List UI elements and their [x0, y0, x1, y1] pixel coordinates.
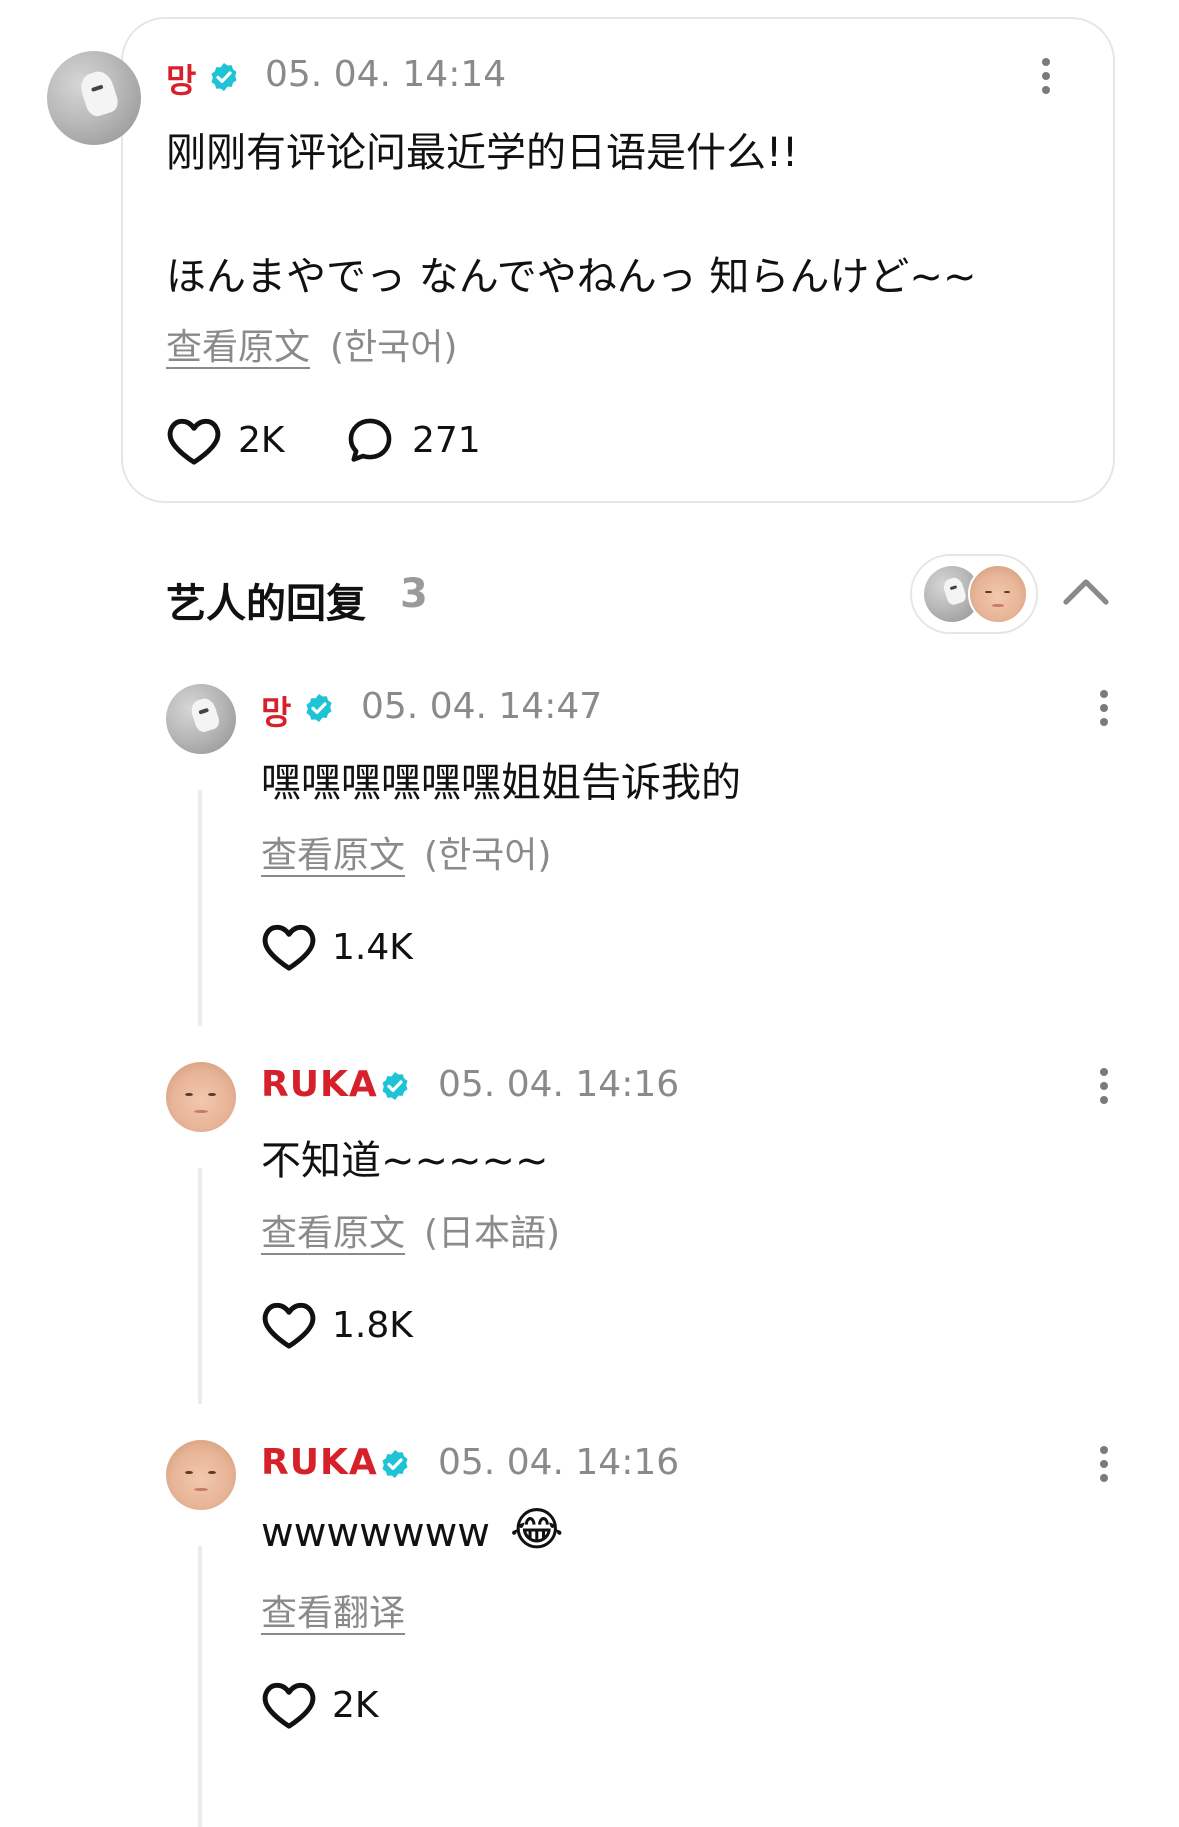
see-original-link[interactable]: 查看原文	[166, 318, 310, 370]
more-vertical-icon[interactable]	[1096, 1444, 1112, 1484]
thread-line	[198, 1168, 202, 1404]
reply-author-name[interactable]: RUKA	[261, 1064, 378, 1105]
like-count: 2K	[238, 420, 285, 461]
original-language: (日本語)	[424, 1213, 561, 1254]
author-avatar[interactable]	[47, 51, 141, 145]
see-original-link[interactable]: 查看原文	[261, 826, 405, 878]
verified-badge-icon	[382, 1450, 408, 1478]
original-language: (한국어)	[424, 835, 552, 876]
author-name[interactable]: 망	[166, 54, 196, 102]
reply-avatar[interactable]	[166, 1062, 236, 1132]
like-count: 2K	[332, 1685, 379, 1726]
reply-text: 不知道~~~~~	[261, 1138, 549, 1184]
original-language: (한국어)	[330, 327, 458, 368]
heart-icon[interactable]	[261, 920, 317, 972]
heart-icon[interactable]	[261, 1678, 317, 1730]
chevron-up-icon[interactable]	[1062, 576, 1110, 608]
post-text-line-1: 刚刚有评论问最近学的日语是什么!!	[166, 130, 799, 176]
comment-bubble-icon[interactable]	[344, 414, 396, 466]
artist-replies-title: 艺人的回复	[166, 581, 366, 627]
heart-icon[interactable]	[261, 1298, 317, 1350]
reply-timestamp: 05. 04. 14:16	[438, 1442, 680, 1483]
more-vertical-icon[interactable]	[1096, 1066, 1112, 1106]
reply-author-name[interactable]: 망	[261, 686, 291, 734]
more-vertical-icon[interactable]	[1096, 688, 1112, 728]
reply-text: 嘿嘿嘿嘿嘿嘿姐姐告诉我的	[261, 760, 741, 806]
post-text-line-2: ほんまやでっ なんでやねんっ 知らんけど~~	[166, 254, 977, 300]
post-timestamp: 05. 04. 14:14	[265, 54, 507, 95]
thread-line	[198, 790, 202, 1026]
laughing-emoji: 😂	[510, 1502, 564, 1556]
reply-timestamp: 05. 04. 14:47	[361, 686, 603, 727]
thread-line	[198, 1546, 202, 1827]
heart-icon[interactable]	[166, 414, 222, 466]
verified-badge-icon	[382, 1072, 408, 1100]
like-count: 1.4K	[332, 927, 413, 968]
reply-avatar[interactable]	[166, 1440, 236, 1510]
reply-avatar[interactable]	[166, 684, 236, 754]
reply-author-name[interactable]: RUKA	[261, 1442, 378, 1483]
verified-badge-icon	[306, 694, 332, 722]
comment-count: 271	[412, 420, 481, 461]
more-vertical-icon[interactable]	[1038, 56, 1054, 96]
replier-avatars-pill[interactable]	[910, 554, 1038, 634]
artist-replies-count: 3	[400, 571, 428, 617]
like-count: 1.8K	[332, 1305, 413, 1346]
reply-text: wwwwwww	[261, 1510, 491, 1556]
see-translation-link[interactable]: 查看翻译	[261, 1584, 405, 1636]
verified-badge-icon	[211, 63, 237, 91]
reply-timestamp: 05. 04. 14:16	[438, 1064, 680, 1105]
see-original-link[interactable]: 查看原文	[261, 1204, 405, 1256]
replier-avatar	[968, 564, 1028, 624]
